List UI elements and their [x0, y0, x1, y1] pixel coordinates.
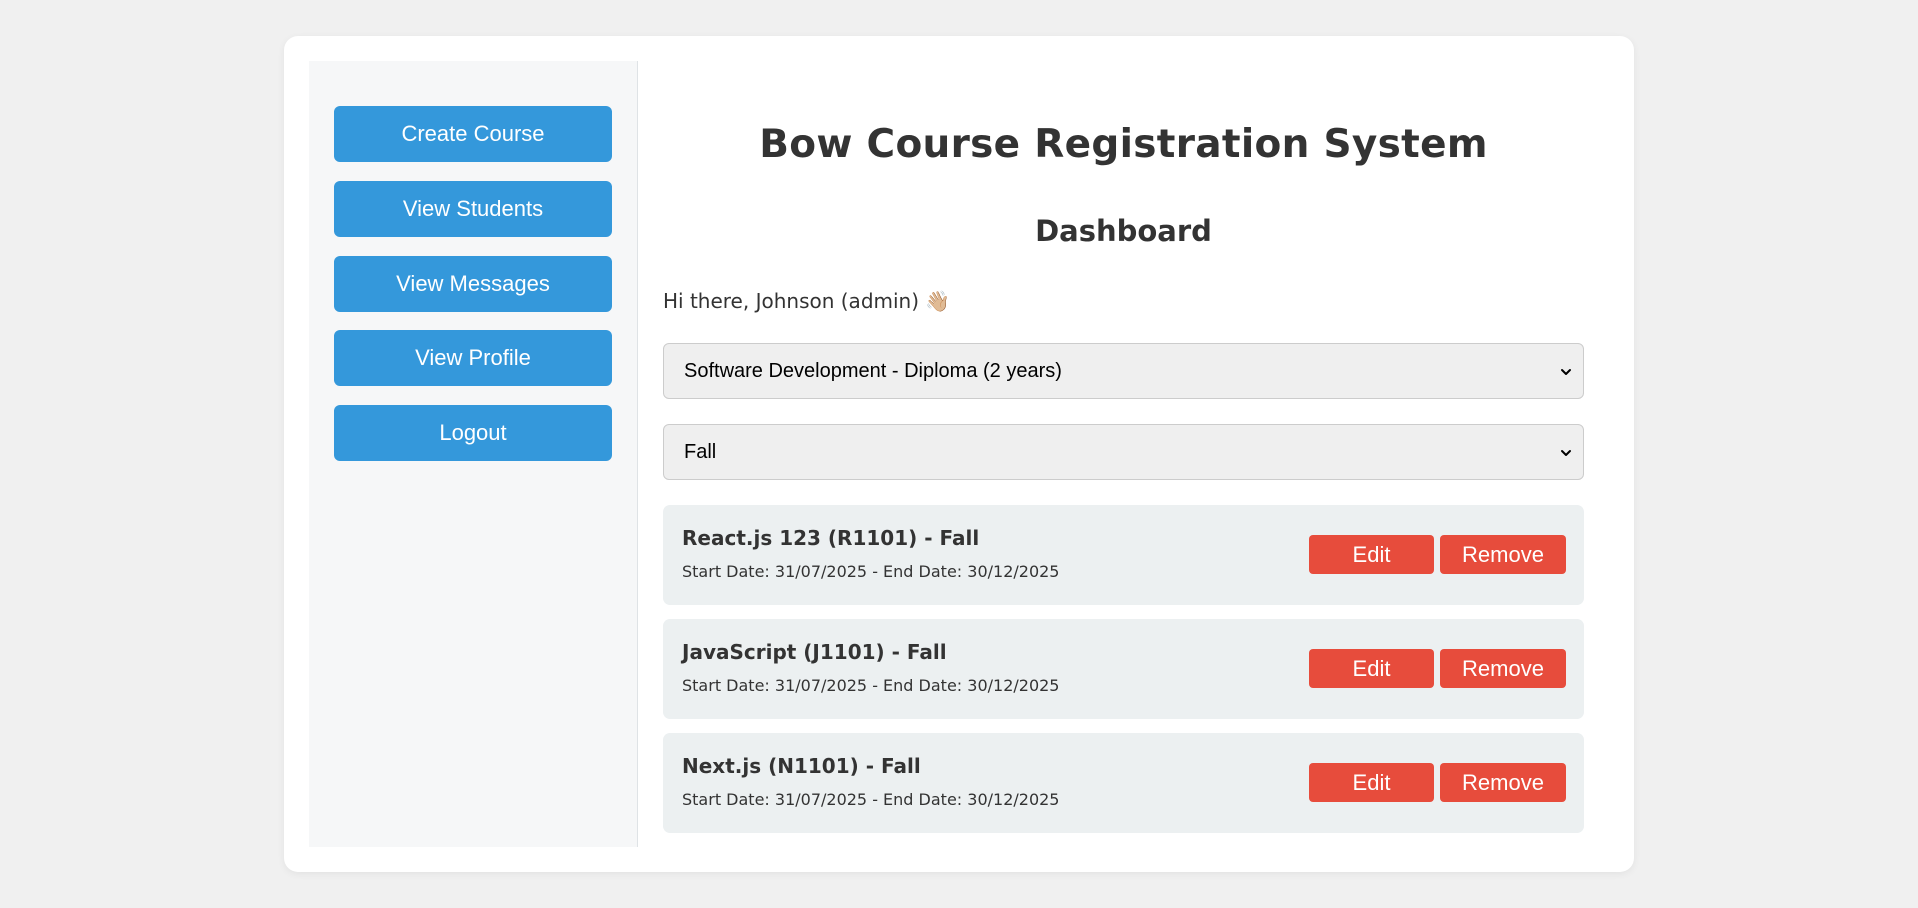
course-dates: Start Date: 31/07/2025 - End Date: 30/12… — [682, 676, 1060, 695]
sidebar: Create Course View Students View Message… — [309, 61, 638, 847]
course-dates: Start Date: 31/07/2025 - End Date: 30/12… — [682, 562, 1060, 581]
chevron-down-icon — [1561, 450, 1571, 456]
term-select-value: Fall — [684, 441, 717, 463]
course-card: React.js 123 (R1101) - Fall Start Date: … — [663, 505, 1584, 605]
course-card: Next.js (N1101) - Fall Start Date: 31/07… — [663, 733, 1584, 833]
remove-course-button[interactable]: Remove — [1440, 763, 1566, 802]
remove-course-button[interactable]: Remove — [1440, 535, 1566, 574]
chevron-down-icon — [1561, 369, 1571, 375]
edit-course-button[interactable]: Edit — [1309, 763, 1434, 802]
view-messages-button[interactable]: View Messages — [334, 256, 612, 312]
term-select[interactable]: Fall — [663, 424, 1584, 480]
program-select[interactable]: Software Development - Diploma (2 years) — [663, 343, 1584, 399]
view-students-button[interactable]: View Students — [334, 181, 612, 237]
page-title: Dashboard — [1035, 214, 1212, 248]
course-title: JavaScript (J1101) - Fall — [682, 640, 947, 664]
greeting-text: Hi there, Johnson (admin) 👋🏼 — [663, 289, 951, 313]
main-card: Create Course View Students View Message… — [284, 36, 1634, 872]
edit-course-button[interactable]: Edit — [1309, 649, 1434, 688]
course-title: React.js 123 (R1101) - Fall — [682, 526, 980, 550]
create-course-button[interactable]: Create Course — [334, 106, 612, 162]
logout-button[interactable]: Logout — [334, 405, 612, 461]
course-title: Next.js (N1101) - Fall — [682, 754, 921, 778]
course-dates: Start Date: 31/07/2025 - End Date: 30/12… — [682, 790, 1060, 809]
program-select-value: Software Development - Diploma (2 years) — [684, 360, 1062, 382]
app-title: Bow Course Registration System — [759, 122, 1488, 167]
course-card: JavaScript (J1101) - Fall Start Date: 31… — [663, 619, 1584, 719]
remove-course-button[interactable]: Remove — [1440, 649, 1566, 688]
view-profile-button[interactable]: View Profile — [334, 330, 612, 386]
main-content: Bow Course Registration System Dashboard… — [663, 61, 1584, 847]
edit-course-button[interactable]: Edit — [1309, 535, 1434, 574]
